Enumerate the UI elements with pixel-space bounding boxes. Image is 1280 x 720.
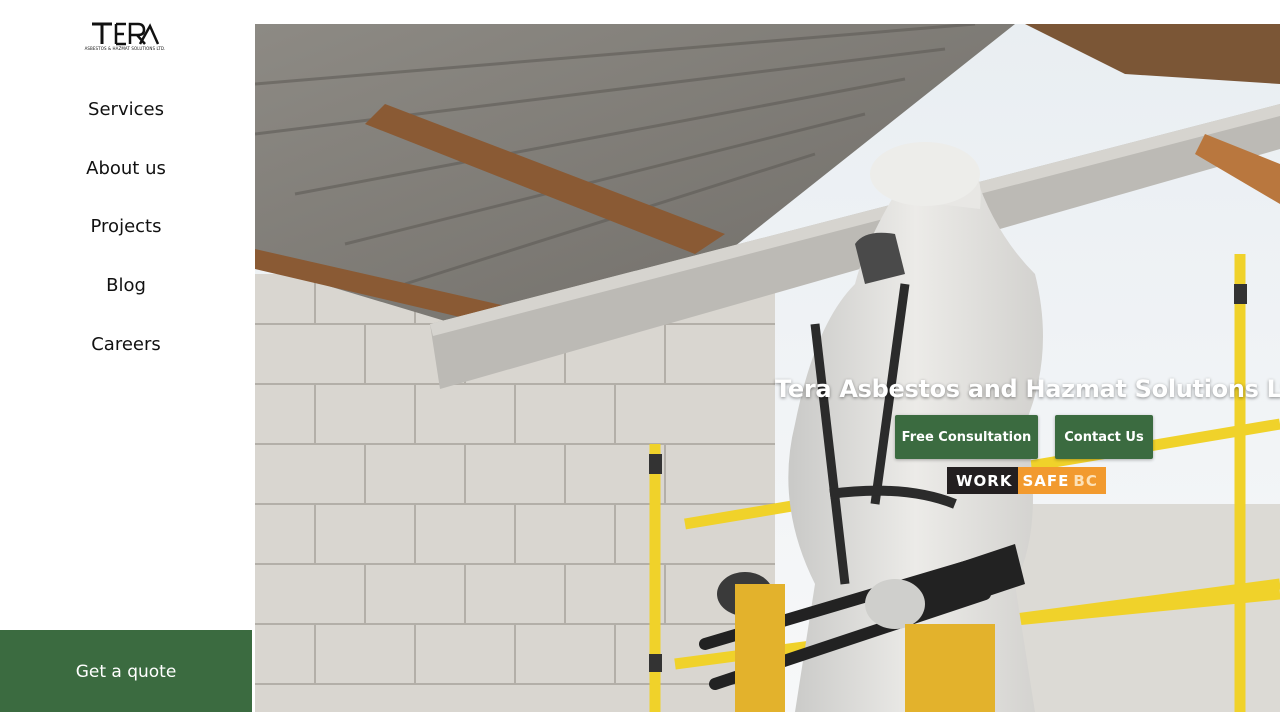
worksafe-safe-word: SAFE — [1022, 471, 1070, 490]
logo-mark-icon — [92, 22, 160, 46]
worksafe-work-text: WORK — [947, 467, 1019, 494]
logo-tagline: ASBESTOS & HAZMAT SOLUTIONS LTD. — [84, 46, 166, 51]
get-quote-button[interactable]: Get a quote — [0, 630, 252, 712]
nav-item-blog[interactable]: Blog — [0, 256, 252, 315]
nav-item-projects[interactable]: Projects — [0, 197, 252, 256]
nav-item-services[interactable]: Services — [0, 80, 252, 139]
nav-item-careers[interactable]: Careers — [0, 315, 252, 374]
company-logo[interactable]: ASBESTOS & HAZMAT SOLUTIONS LTD. — [82, 22, 168, 54]
hero-title: Tera Asbestos and Hazmat Solutions Ltd. — [775, 375, 1280, 403]
free-consultation-button[interactable]: Free Consultation — [895, 415, 1038, 459]
nav-item-about-us[interactable]: About us — [0, 139, 252, 198]
worksafe-bc-word: BC — [1073, 471, 1098, 490]
worksafebc-badge[interactable]: WORK SAFE BC — [947, 467, 1106, 494]
main-nav: Services About us Projects Blog Careers — [0, 80, 252, 373]
hero-banner: Tera Asbestos and Hazmat Solutions Ltd. … — [255, 24, 1280, 712]
sidebar: ASBESTOS & HAZMAT SOLUTIONS LTD. Service… — [0, 0, 252, 720]
worksafe-safe-text: SAFE BC — [1018, 467, 1106, 494]
contact-us-button[interactable]: Contact Us — [1055, 415, 1153, 459]
hero-photo — [255, 24, 1280, 712]
